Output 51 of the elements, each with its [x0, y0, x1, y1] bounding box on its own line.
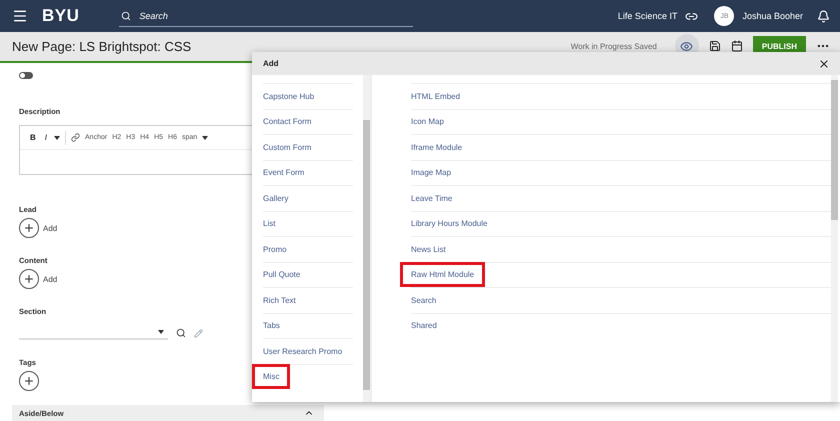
component-link[interactable]: Gallery [252, 186, 300, 211]
format-button[interactable]: B [28, 133, 38, 142]
component-link[interactable]: Promo [252, 236, 298, 262]
save-status: Work in Progress Saved [570, 42, 657, 50]
caret-icon [158, 330, 164, 334]
component-link[interactable]: Image Map [400, 160, 462, 186]
plus-icon [23, 375, 35, 387]
add-button[interactable] [19, 218, 39, 238]
format-button[interactable]: I [42, 133, 50, 142]
component-link[interactable]: Iframe Module [400, 134, 474, 160]
close-icon[interactable] [818, 58, 830, 70]
search-icon[interactable] [176, 328, 186, 338]
link-icon[interactable] [71, 133, 80, 142]
caret-icon [54, 136, 60, 140]
component-link[interactable]: Library Hours Module [400, 211, 498, 236]
add-button[interactable] [19, 371, 39, 391]
scrollbar[interactable] [363, 75, 370, 402]
site-name[interactable]: Life Science IT [618, 11, 678, 21]
component-link[interactable]: Search [400, 288, 448, 313]
eye-icon [680, 40, 694, 52]
bell-icon[interactable] [817, 10, 830, 22]
component-link[interactable]: Leave Time [400, 186, 464, 211]
component-link[interactable]: List [252, 211, 286, 236]
component-link[interactable]: User Research Promo [252, 338, 354, 364]
component-link[interactable]: Shared [400, 313, 448, 338]
search-icon [121, 10, 132, 20]
component-link[interactable]: Misc [252, 364, 290, 390]
component-link[interactable]: Pull Quote [252, 262, 312, 288]
component-link[interactable]: Raw Html Module [400, 262, 486, 288]
user-name[interactable]: Joshua Booher [742, 11, 803, 21]
dialog-title: Add [263, 59, 279, 68]
search-field[interactable]: Search [137, 10, 414, 22]
component-link[interactable]: Rich Text [252, 288, 307, 313]
logo[interactable]: BYU [42, 6, 80, 26]
add-label[interactable]: Add [43, 274, 58, 284]
save-icon[interactable] [708, 40, 721, 52]
toggle-switch[interactable] [19, 72, 33, 79]
menu-icon[interactable] [12, 8, 28, 24]
component-link[interactable]: Tabs [252, 313, 291, 338]
page-title: New Page: LS Brightspot: CSS [12, 39, 192, 54]
component-link[interactable]: Capstone Hub [252, 84, 326, 109]
plus-icon [23, 273, 35, 285]
scrollbar[interactable] [831, 75, 838, 402]
add-label[interactable]: Add [43, 224, 58, 232]
component-link[interactable]: Icon Map [400, 109, 455, 134]
add-button[interactable] [19, 269, 39, 289]
component-link[interactable]: News List [400, 236, 457, 262]
component-link[interactable]: HTML Embed [400, 84, 472, 109]
calendar-icon[interactable] [730, 40, 743, 52]
caret-icon [202, 136, 208, 140]
plus-icon [23, 222, 35, 234]
